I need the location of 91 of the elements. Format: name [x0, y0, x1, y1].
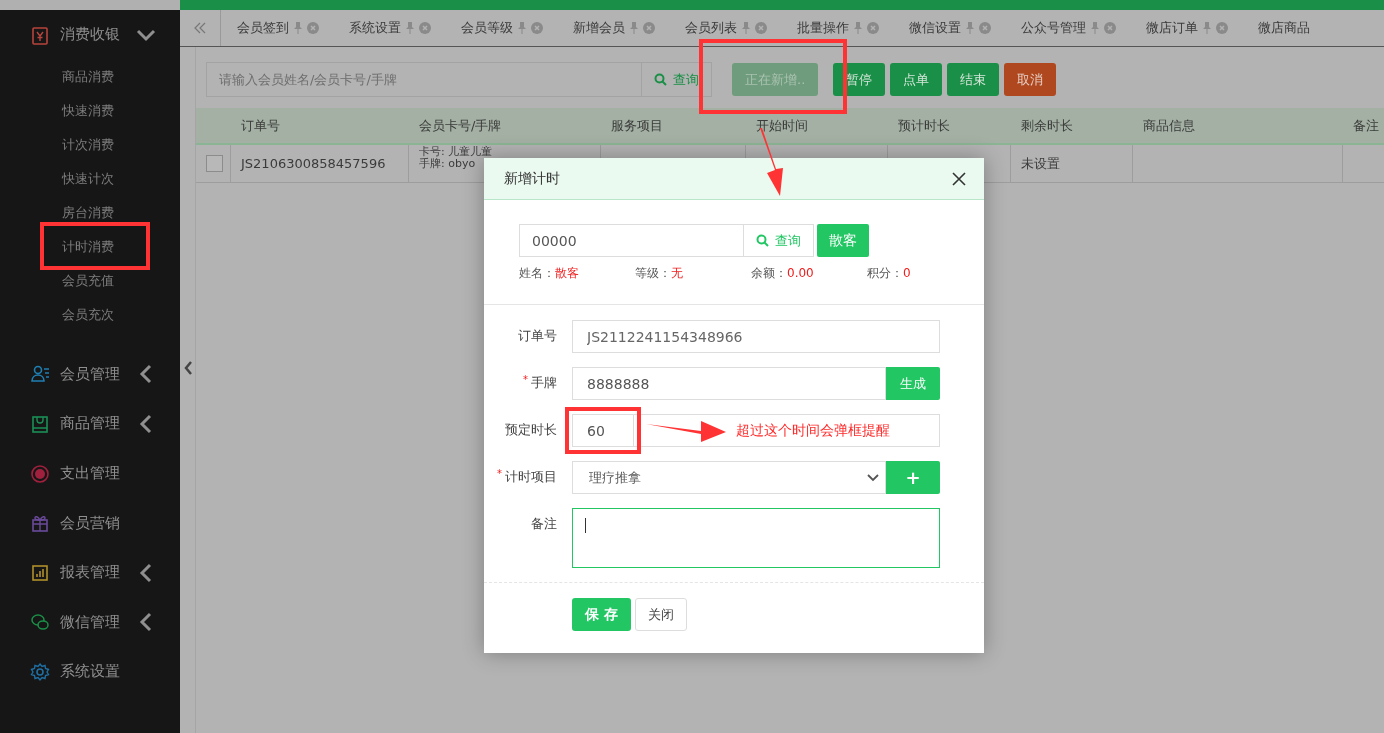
pin-icon [294, 22, 302, 34]
tab[interactable]: 批量操作 [781, 10, 893, 46]
chevron-down-icon [867, 473, 879, 482]
close-icon[interactable] [867, 22, 879, 34]
search-icon [654, 73, 667, 86]
field-label: 订单号 [518, 328, 557, 343]
select-field[interactable]: 理疗推拿 [572, 461, 886, 494]
menu-item[interactable]: 房台消费 [0, 195, 180, 230]
field-label: 预定时长 [505, 422, 557, 437]
tab[interactable]: 系统设置 [333, 10, 445, 46]
settings-icon [30, 661, 50, 682]
menu-group[interactable]: 商品管理 [0, 399, 180, 449]
column-header: 服务项目 [611, 116, 663, 135]
tab[interactable]: 微店订单 [1130, 10, 1242, 46]
column-header: 备注 [1353, 116, 1379, 135]
table-cell: 未设置 [1021, 154, 1060, 173]
column-header: 开始时间 [756, 116, 808, 135]
order-field[interactable]: JS2112241154348966 [572, 320, 940, 353]
menu-group[interactable]: 微信管理 [0, 597, 180, 648]
column-header: 预计时长 [898, 116, 950, 135]
menu-group[interactable]: 支出管理 [0, 448, 180, 499]
table-cell: 手牌: obyo [419, 158, 476, 170]
member-info: 余额：0.00 [751, 265, 815, 282]
close-icon[interactable] [979, 22, 991, 34]
menu-item[interactable]: 会员充值 [0, 263, 180, 298]
tab[interactable]: 新增会员 [557, 10, 669, 46]
pin-icon [406, 22, 414, 34]
member-icon [30, 364, 50, 385]
menu-group[interactable]: 消费收银 [0, 10, 180, 60]
dialog-title: 新增计时 [504, 169, 560, 188]
member-info: 等级：无 [635, 265, 684, 282]
pin-icon [518, 22, 526, 34]
table-cell: JS2106300858457596 [241, 156, 386, 171]
row-checkbox[interactable] [206, 155, 223, 172]
menu-item[interactable]: 商品消费 [0, 59, 180, 94]
field-label: 手牌 [531, 375, 557, 390]
column-header: 剩余时长 [1021, 116, 1073, 135]
toolbar-button[interactable]: 暂停 [833, 63, 886, 96]
pin-icon [1091, 22, 1099, 34]
toolbar-button[interactable]: 取消 [1004, 63, 1057, 96]
tab[interactable]: 公众号管理 [1005, 10, 1130, 46]
notes-field[interactable] [572, 508, 940, 568]
report-icon [30, 562, 50, 583]
input-field[interactable]: 8888888 [572, 367, 886, 400]
close-icon[interactable] [307, 22, 319, 34]
menu-group[interactable]: 报表管理 [0, 547, 180, 598]
tab[interactable]: 会员列表 [669, 10, 781, 46]
member-field[interactable]: 00000 [519, 224, 743, 257]
pin-icon [966, 22, 974, 34]
pin-icon [854, 22, 862, 34]
close-icon[interactable] [643, 22, 655, 34]
required-mark: * [497, 468, 502, 479]
member-info: 姓名：散客 [519, 265, 580, 282]
tab[interactable]: 微信设置 [893, 10, 1005, 46]
gift-icon [30, 513, 50, 534]
menu-item[interactable]: 计时消费 [0, 229, 180, 264]
column-header: 订单号 [241, 116, 280, 135]
pin-icon [1203, 22, 1211, 34]
menu-group[interactable]: 会员管理 [0, 349, 180, 400]
table-cell: 卡号: 儿童儿童 [419, 146, 493, 158]
menu-item[interactable]: 会员充次 [0, 297, 180, 332]
search-icon [756, 234, 769, 247]
menu-item[interactable]: 快速计次 [0, 161, 180, 196]
column-header: 商品信息 [1143, 116, 1195, 135]
close-icon[interactable] [755, 22, 767, 34]
menu-group[interactable]: 会员营销 [0, 498, 180, 548]
member-info: 积分：0 [867, 265, 912, 282]
close-icon[interactable] [419, 22, 431, 34]
close-icon[interactable] [531, 22, 543, 34]
menu-item[interactable]: 快速消费 [0, 93, 180, 128]
double-chevron-icon [193, 21, 207, 35]
toolbar-button[interactable]: 点单 [890, 63, 943, 96]
close-button[interactable]: 关闭 [634, 598, 687, 631]
close-icon[interactable] [1104, 22, 1116, 34]
field-label: 备注 [531, 516, 557, 531]
toolbar-button[interactable]: 结束 [947, 63, 1000, 96]
annotation-note: 超过这个时间会弹框提醒 [736, 421, 890, 440]
close-icon[interactable] [1216, 22, 1228, 34]
pin-icon [630, 22, 638, 34]
arrow-icon [646, 418, 726, 443]
menu-item[interactable]: 计次消费 [0, 127, 180, 162]
tab[interactable]: 微店商品 [1242, 10, 1324, 46]
column-header: 会员卡号/手牌 [419, 116, 502, 135]
menu-group[interactable]: 系统设置 [0, 647, 180, 697]
close-button[interactable] [950, 169, 968, 188]
required-mark: * [523, 374, 528, 385]
tab[interactable]: 会员等级 [445, 10, 557, 46]
chevron-left-icon[interactable] [182, 360, 193, 376]
tab[interactable]: 会员签到 [221, 10, 333, 46]
field-label: 计时项目 [505, 469, 557, 484]
pin-icon [742, 22, 750, 34]
